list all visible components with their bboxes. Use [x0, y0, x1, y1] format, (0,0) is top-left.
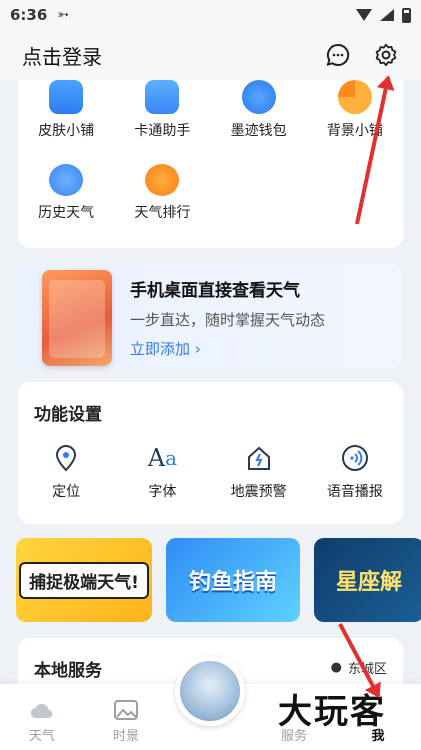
func-label: 语音播报	[326, 484, 383, 500]
tool-skin-shop[interactable]: 皮肤小铺	[18, 80, 114, 146]
header: 点击登录	[0, 30, 421, 80]
func-location[interactable]: 定位	[21, 443, 111, 501]
image-icon	[114, 700, 138, 720]
card-icon	[145, 80, 180, 114]
tool-label: 皮肤小铺	[38, 123, 95, 139]
func-label: 字体	[148, 484, 177, 500]
chat-icon	[326, 43, 350, 66]
cloud-wallet-icon	[241, 80, 276, 114]
tool-wallet[interactable]: 墨迹钱包	[211, 80, 307, 146]
location-pin-icon	[51, 443, 81, 473]
func-earthquake-alert[interactable]: 地震预警	[214, 443, 304, 501]
medal-icon	[145, 164, 180, 196]
promo-add-link[interactable]: 立即添加 ›	[130, 338, 325, 359]
tool-background-shop[interactable]: 背景小铺	[307, 80, 403, 146]
function-settings-card: 功能设置 定位 Aa 字体 地震预警 语音播报	[18, 382, 403, 524]
func-label: 地震预警	[230, 484, 287, 500]
widget-promo-card[interactable]: 手机桌面直接查看天气 一步直达，随时掌握天气动态 立即添加 ›	[18, 264, 403, 368]
tool-label: 历史天气	[38, 205, 95, 221]
battery-icon	[402, 7, 411, 23]
signal-icon	[380, 9, 394, 21]
message-button[interactable]	[325, 42, 351, 68]
tool-label: 天气排行	[134, 205, 191, 221]
banner-horoscope[interactable]: 星座解	[314, 538, 421, 622]
nav-scenery[interactable]: 时景	[84, 699, 168, 744]
tool-weather-rank[interactable]: 天气排行	[114, 156, 210, 222]
tool-label: 卡通助手	[134, 123, 191, 139]
sound-wave-icon	[340, 443, 370, 473]
wifi-icon	[356, 9, 372, 21]
pie-icon	[337, 80, 372, 114]
shop-icon	[49, 80, 84, 114]
center-weather-button[interactable]	[175, 656, 245, 726]
func-voice-broadcast[interactable]: 语音播报	[310, 443, 400, 501]
cloud-icon	[30, 703, 53, 719]
login-link[interactable]: 点击登录	[22, 41, 102, 70]
clock-cloud-icon	[49, 164, 84, 196]
promo-title: 手机桌面直接查看天气	[130, 281, 300, 301]
settings-button[interactable]	[373, 42, 399, 68]
notification-icon: ➳	[57, 7, 70, 23]
banner-fishing-guide[interactable]: 钓鱼指南	[166, 538, 300, 622]
status-time: 6:36	[10, 6, 48, 24]
gear-icon	[375, 43, 397, 67]
tool-history-weather[interactable]: 历史天气	[18, 156, 114, 222]
func-label: 定位	[52, 484, 81, 500]
banner-carousel[interactable]: 捕捉极端天气! 钓鱼指南 星座解	[16, 538, 421, 622]
section-title: 功能设置	[34, 405, 102, 425]
nav-weather[interactable]: 天气	[0, 699, 84, 744]
phone-preview-image	[42, 270, 112, 366]
tool-label: 墨迹钱包	[230, 123, 287, 139]
banner-extreme-weather[interactable]: 捕捉极端天气!	[16, 538, 152, 622]
location-pin-icon: ●	[330, 660, 342, 675]
house-quake-icon	[244, 443, 274, 473]
font-icon: Aa	[147, 444, 178, 472]
status-bar: 6:36 ➳	[0, 0, 421, 30]
tool-cartoon-assistant[interactable]: 卡通助手	[114, 80, 210, 146]
promo-subtitle: 一步直达，随时掌握天气动态	[130, 311, 326, 329]
tools-card: 皮肤小铺 卡通助手 墨迹钱包 背景小铺 历史天气 天气排行	[18, 80, 403, 248]
func-font[interactable]: Aa 字体	[117, 443, 207, 501]
